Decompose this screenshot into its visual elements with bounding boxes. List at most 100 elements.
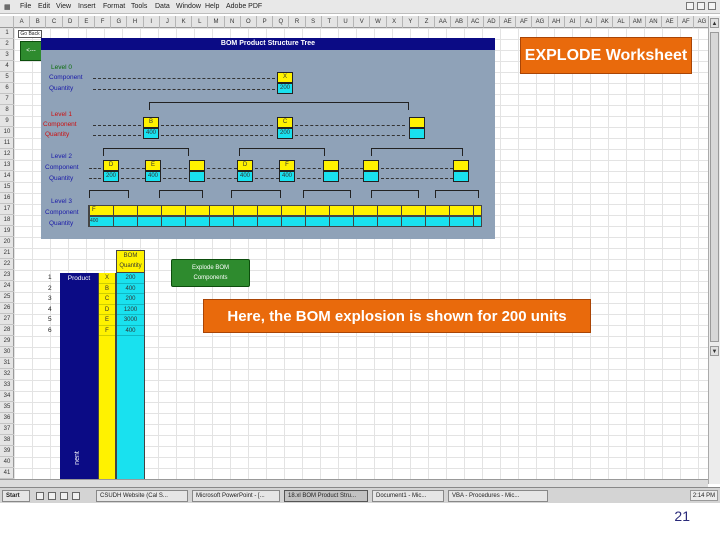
column-header[interactable]: Q (273, 16, 290, 28)
row-header[interactable]: 29 (0, 336, 14, 347)
column-header[interactable]: AL (613, 16, 630, 28)
column-header[interactable]: D (63, 16, 79, 28)
row-header[interactable]: 24 (0, 281, 14, 292)
row-header[interactable]: 4 (0, 61, 14, 72)
row-header[interactable]: 33 (0, 380, 14, 391)
row-header[interactable]: 10 (0, 127, 14, 138)
column-header[interactable]: W (370, 16, 387, 28)
column-header[interactable]: P (257, 16, 274, 28)
column-header[interactable]: AI (565, 16, 581, 28)
column-header[interactable]: R (289, 16, 306, 28)
menu-view[interactable]: View (56, 3, 71, 10)
column-header[interactable]: F (95, 16, 112, 28)
menu-edit[interactable]: Edit (38, 3, 50, 10)
column-header[interactable]: AB (451, 16, 468, 28)
row-header[interactable]: 3 (0, 50, 14, 61)
row-header[interactable]: 13 (0, 160, 14, 171)
select-all-corner[interactable] (0, 16, 14, 28)
column-header[interactable]: K (176, 16, 193, 28)
column-header[interactable]: V (354, 16, 371, 28)
column-header[interactable]: AN (646, 16, 662, 28)
row-header[interactable]: 12 (0, 149, 14, 160)
column-header[interactable]: U (338, 16, 355, 28)
column-header[interactable]: AE (500, 16, 517, 28)
vertical-scrollbar[interactable]: ▲ ▼ (708, 16, 720, 484)
column-header[interactable]: H (127, 16, 144, 28)
row-header[interactable]: 8 (0, 105, 14, 116)
row-header[interactable]: 38 (0, 435, 14, 446)
menu-data[interactable]: Data (155, 3, 170, 10)
column-header[interactable]: S (306, 16, 322, 28)
row-header[interactable]: 5 (0, 72, 14, 83)
scrollbar-thumb[interactable] (710, 32, 719, 342)
row-header[interactable]: 41 (0, 468, 14, 479)
column-header[interactable]: E (79, 16, 95, 28)
row-header[interactable]: 17 (0, 204, 14, 215)
menu-format[interactable]: Format (103, 3, 125, 10)
row-header[interactable]: 15 (0, 182, 14, 193)
menu-insert[interactable]: Insert (78, 3, 96, 10)
go-back-cell[interactable]: Go Back (18, 30, 42, 38)
row-header[interactable]: 18 (0, 215, 14, 226)
column-header[interactable]: AJ (581, 16, 598, 28)
row-header[interactable]: 25 (0, 292, 14, 303)
quicklaunch-media-icon[interactable] (60, 492, 68, 500)
menu-help[interactable]: Help (205, 3, 219, 10)
column-header[interactable]: O (241, 16, 257, 28)
taskbar-item-powerpoint[interactable]: Microsoft PowerPoint - [... (192, 490, 280, 502)
column-header[interactable]: B (30, 16, 47, 28)
scroll-up-icon[interactable]: ▲ (710, 18, 719, 28)
column-header[interactable]: AF (678, 16, 695, 28)
column-header[interactable]: I (144, 16, 160, 28)
row-header[interactable]: 27 (0, 314, 14, 325)
scroll-down-icon[interactable]: ▼ (710, 346, 719, 356)
column-header[interactable]: AG (532, 16, 549, 28)
row-header[interactable]: 26 (0, 303, 14, 314)
back-button[interactable]: <--- (20, 41, 42, 61)
column-header[interactable]: AC (468, 16, 484, 28)
menu-window[interactable]: Window (176, 3, 201, 10)
taskbar-item-vba[interactable]: VBA - Procedures - Mic... (448, 490, 548, 502)
row-header[interactable]: 32 (0, 369, 14, 380)
column-header[interactable]: A (14, 16, 31, 28)
menu-adobe-pdf[interactable]: Adobe PDF (226, 3, 262, 10)
row-header[interactable]: 22 (0, 259, 14, 270)
taskbar-item-word[interactable]: Document1 - Mic... (372, 490, 444, 502)
restore-icon[interactable] (697, 2, 705, 10)
row-header[interactable]: 34 (0, 391, 14, 402)
column-header[interactable]: L (192, 16, 209, 28)
row-header[interactable]: 40 (0, 457, 14, 468)
row-header[interactable]: 1 (0, 28, 14, 39)
row-header[interactable]: 23 (0, 270, 14, 281)
row-header[interactable]: 6 (0, 83, 14, 94)
menu-file[interactable]: File (20, 3, 31, 10)
quicklaunch-browser-icon[interactable] (36, 492, 44, 500)
row-header[interactable]: 31 (0, 358, 14, 369)
row-header[interactable]: 37 (0, 424, 14, 435)
column-header[interactable]: AF (516, 16, 533, 28)
column-header[interactable]: Y (403, 16, 419, 28)
column-header[interactable]: AK (597, 16, 614, 28)
menu-tools[interactable]: Tools (131, 3, 147, 10)
column-header[interactable]: AE (662, 16, 679, 28)
column-header[interactable]: AD (484, 16, 500, 28)
column-header[interactable]: Z (419, 16, 436, 28)
row-header[interactable]: 36 (0, 413, 14, 424)
column-header[interactable]: C (46, 16, 63, 28)
column-header[interactable]: T (322, 16, 338, 28)
taskbar-item-excel[interactable]: 18.xl BOM Product Stru... (284, 490, 368, 502)
row-header[interactable]: 2 (0, 39, 14, 50)
column-header[interactable]: AH (549, 16, 565, 28)
quicklaunch-desktop-icon[interactable] (48, 492, 56, 500)
quicklaunch-folder-icon[interactable] (72, 492, 80, 500)
column-header[interactable]: G (111, 16, 128, 28)
explode-bom-components-button[interactable]: Explode BOM Components (171, 259, 250, 287)
row-header[interactable]: 7 (0, 94, 14, 105)
row-header[interactable]: 20 (0, 237, 14, 248)
row-header[interactable]: 39 (0, 446, 14, 457)
row-header[interactable]: 9 (0, 116, 14, 127)
minimize-icon[interactable] (686, 2, 694, 10)
close-icon[interactable] (708, 2, 716, 10)
row-header[interactable]: 30 (0, 347, 14, 358)
column-header[interactable]: AA (435, 16, 452, 28)
